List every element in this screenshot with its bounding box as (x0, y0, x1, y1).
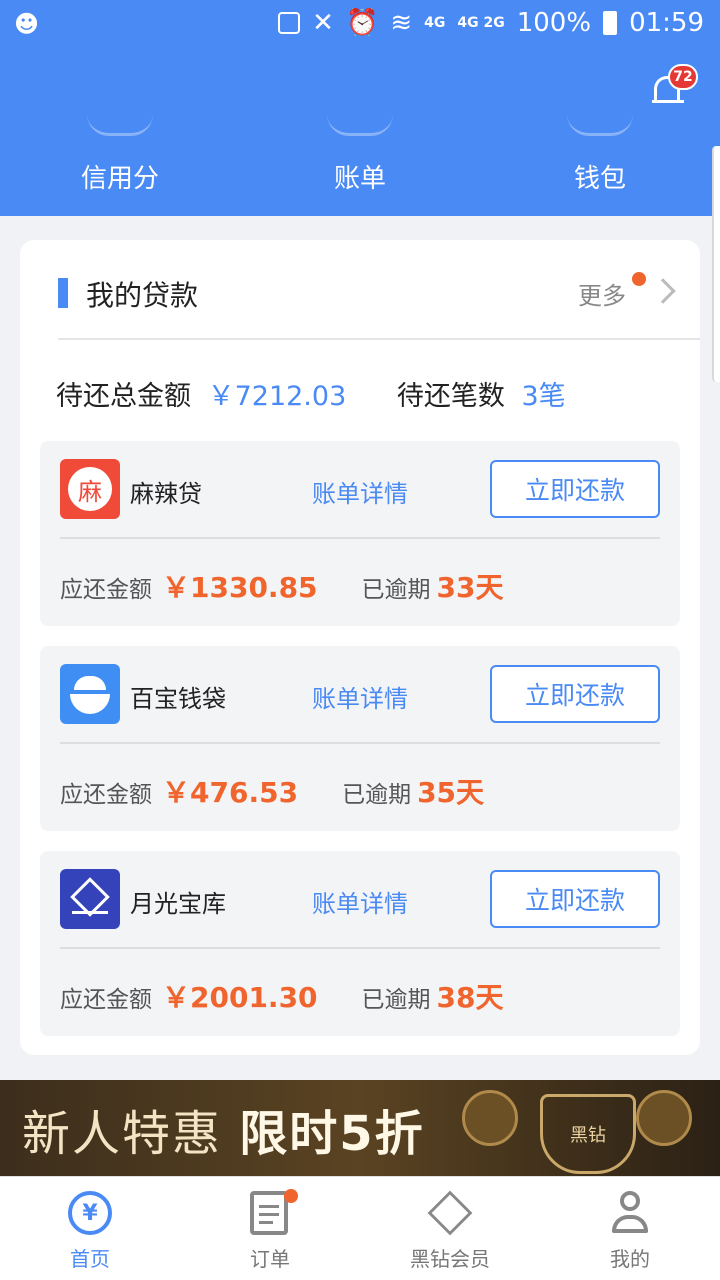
overdue-label: 已逾期 (361, 987, 431, 1013)
loan-name: 百宝钱袋 (130, 685, 226, 713)
network-label-2: 4G 2G (457, 15, 505, 31)
black-diamond-badge-icon: 黑钻 (540, 1094, 636, 1174)
divider (60, 947, 660, 949)
overdue-label: 已逾期 (342, 782, 412, 808)
overdue-days: 33天 (436, 571, 504, 604)
loan-name: 麻辣贷 (130, 480, 202, 508)
status-icons: ✕ ⏰ ≋ 4G 4G 2G 100% 01:59 (278, 8, 704, 38)
more-dot-badge (632, 272, 646, 286)
loan-amount-row: 应还金额 ￥476.53 已逾期 35天 (60, 771, 484, 811)
loan-name: 月光宝库 (130, 890, 226, 918)
amount-label: 应还金额 (60, 782, 152, 808)
count-label: 待还笔数 (396, 381, 505, 412)
tab-label: 黑钻会员 (410, 1247, 490, 1271)
alarm-icon: ⏰ (345, 8, 379, 38)
overdue-days: 38天 (436, 981, 504, 1014)
malaidai-logo-icon: 麻 (60, 459, 120, 519)
bill-detail-link[interactable]: 账单详情 (312, 884, 408, 919)
uc-browser-icon: ☻ (14, 10, 40, 38)
divider (60, 537, 660, 539)
coupon-icon (462, 1090, 518, 1146)
tab-home[interactable]: ¥ 首页 (0, 1177, 180, 1280)
status-bar: ☻ ✕ ⏰ ≋ 4G 4G 2G 100% 01:59 (0, 0, 720, 50)
orders-dot-badge (284, 1189, 298, 1203)
amount-value: ￥1330.85 (162, 571, 318, 604)
divider (58, 338, 700, 340)
count-value: 3笔 (521, 381, 566, 412)
section-title: 我的贷款 (86, 279, 199, 312)
battery-saver-icon (278, 12, 301, 34)
side-handle[interactable] (712, 146, 720, 382)
bottom-tab-bar: ¥ 首页 订单 黑钻会员 我的 (0, 1176, 720, 1280)
tab-black-diamond[interactable]: 黑钻会员 (360, 1177, 540, 1280)
loan-amount-row: 应还金额 ￥2001.30 已逾期 38天 (60, 976, 504, 1016)
user-icon (608, 1191, 652, 1235)
bill-detail-link[interactable]: 账单详情 (312, 679, 408, 714)
notification-badge: 72 (668, 64, 698, 90)
promo-banner[interactable]: 新人特惠 限时5折 黑钻 (0, 1080, 720, 1176)
section-accent-bar (58, 278, 68, 308)
chevron-right-icon[interactable] (650, 278, 676, 304)
coin-icon (636, 1090, 692, 1146)
total-label: 待还总金额 (56, 381, 191, 412)
header-item-bill[interactable]: 账单 (280, 158, 440, 195)
loan-item: 月光宝库 账单详情 立即还款 应还金额 ￥2001.30 已逾期 38天 (40, 851, 680, 1036)
overdue-label: 已逾期 (361, 577, 431, 603)
diamond-icon (427, 1190, 473, 1236)
clock: 01:59 (629, 8, 704, 38)
amount-value: ￥476.53 (162, 776, 299, 809)
battery-percent: 100% (516, 8, 592, 38)
more-link[interactable]: 更多 (578, 276, 626, 311)
loan-item: 麻 麻辣贷 账单详情 立即还款 应还金额 ￥1330.85 已逾期 33天 (40, 441, 680, 626)
bill-detail-link[interactable]: 账单详情 (312, 474, 408, 509)
tab-mine[interactable]: 我的 (540, 1177, 720, 1280)
baibao-logo-icon (60, 664, 120, 724)
banner-text-plain: 新人特惠 (22, 1106, 223, 1162)
mute-icon: ✕ (312, 8, 334, 38)
overdue-days: 35天 (417, 776, 485, 809)
tab-orders[interactable]: 订单 (180, 1177, 360, 1280)
wifi-icon: ≋ (390, 8, 413, 38)
banner-text: 新人特惠 限时5折 (22, 1094, 425, 1164)
yueguang-logo-icon (60, 869, 120, 929)
battery-icon (603, 11, 618, 35)
amount-label: 应还金额 (60, 987, 152, 1013)
header-item-wallet[interactable]: 钱包 (520, 158, 680, 195)
amount-value: ￥2001.30 (162, 981, 318, 1014)
loan-amount-row: 应还金额 ￥1330.85 已逾期 33天 (60, 566, 504, 606)
tab-label: 首页 (70, 1247, 110, 1271)
order-doc-icon (250, 1191, 288, 1235)
tab-label: 订单 (250, 1247, 290, 1271)
repay-now-button[interactable]: 立即还款 (490, 460, 660, 518)
banner-text-bold: 限时5折 (239, 1106, 425, 1162)
divider (60, 742, 660, 744)
network-label: 4G (424, 15, 446, 31)
repay-now-button[interactable]: 立即还款 (490, 870, 660, 928)
amount-label: 应还金额 (60, 577, 152, 603)
repay-now-button[interactable]: 立即还款 (490, 665, 660, 723)
yen-circle-icon: ¥ (68, 1191, 112, 1235)
header-item-credit-score[interactable]: 信用分 (40, 158, 200, 195)
total-value: ￥7212.03 (207, 381, 347, 412)
loan-summary: 待还总金额 ￥7212.03 待还笔数 3笔 (56, 374, 566, 413)
loan-item: 百宝钱袋 账单详情 立即还款 应还金额 ￥476.53 已逾期 35天 (40, 646, 680, 831)
tab-label: 我的 (610, 1247, 650, 1271)
